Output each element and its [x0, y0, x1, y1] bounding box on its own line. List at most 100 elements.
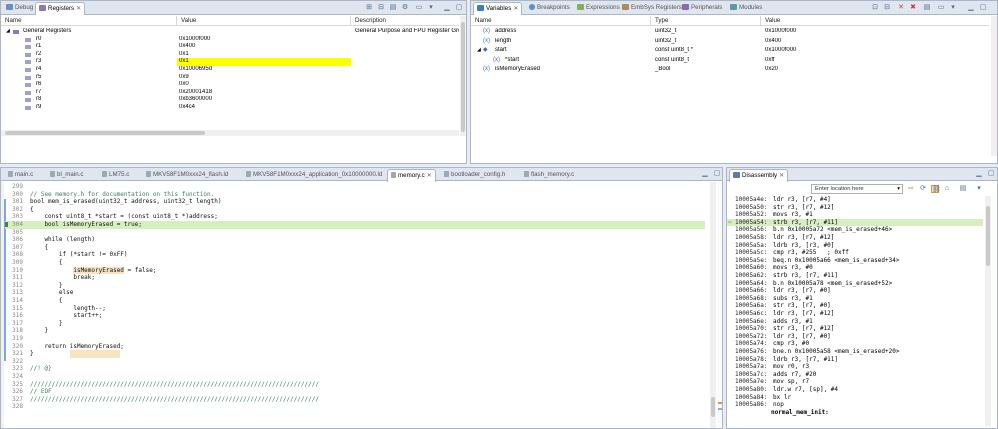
col-value[interactable]: Value — [761, 16, 989, 26]
view-menu-icon[interactable]: ⚙ — [401, 4, 409, 12]
table-row[interactable]: r6 0x0 — [1, 81, 459, 89]
disassembly-vscroll[interactable] — [985, 196, 991, 426]
table-row[interactable]: r9 0x4c4 — [1, 104, 459, 112]
asm-line[interactable]: 10005a74: cmp r3, #0 — [727, 340, 983, 348]
asm-line[interactable]: 10005a5c: cmp r3, #255 ; 0xff — [727, 249, 983, 257]
table-row[interactable]: r3 0x1 — [1, 58, 459, 66]
tab-peripherals[interactable]: Peripherals — [679, 2, 725, 15]
location-input[interactable]: Enter location here — [815, 185, 864, 194]
col-name[interactable]: Name — [471, 16, 651, 26]
remove-all-icon[interactable]: ✖ — [909, 4, 917, 12]
asm-line[interactable]: 10005a86: nop — [727, 401, 983, 409]
asm-line[interactable]: 10005a66: ldr r3, [r7, #0] — [727, 287, 983, 295]
asm-line[interactable]: 10005a78: ldrb r3, [r7, #11] — [727, 356, 983, 364]
code-line[interactable]: 304 bool isMemoryErased = true; — [5, 221, 705, 229]
layout-icon[interactable]: ▤ — [923, 4, 931, 12]
maximize-icon[interactable]: ▢ — [987, 170, 995, 178]
asm-line[interactable]: 10005a56: b.n 0x10005a72 <mem_is_erased+4… — [727, 226, 983, 234]
asm-line[interactable]: 10005a5e: beq.n 0x10005a66 <mem_is_erased… — [727, 257, 983, 265]
layout-icon[interactable]: ▤ — [389, 4, 397, 12]
code-area[interactable]: 299 300 // See memory.h for documentation … — [5, 183, 705, 428]
editor-tab[interactable]: LM75.c — [99, 169, 132, 182]
asm-line[interactable]: 10005a76: bne.n 0x10005a58 <mem_is_erased… — [727, 348, 983, 356]
table-row[interactable]: (x) length uint32_t 0x400 — [471, 38, 989, 46]
minimize-icon[interactable]: ▁ — [967, 4, 975, 12]
expand-arrow-icon[interactable]: ◢ — [477, 47, 481, 55]
close-icon[interactable]: ✕ — [779, 173, 784, 179]
close-icon[interactable]: ✕ — [76, 6, 81, 12]
code-line[interactable]: 299 — [5, 183, 705, 191]
tab-embsys-registers[interactable]: EmbSys Registers — [619, 2, 685, 15]
table-row[interactable]: (x) address uint32_t 0x1000f000 — [471, 28, 989, 36]
asm-line[interactable]: 10005a6e: adds r3, #1 — [727, 318, 983, 326]
asm-line[interactable]: 10005a68: subs r3, #1 — [727, 295, 983, 303]
tab-variables[interactable]: Variables ✕ — [473, 2, 523, 15]
chevron-down-icon[interactable]: ▾ — [897, 185, 900, 194]
remove-icon[interactable]: ✕ — [897, 4, 905, 12]
code-line[interactable]: 301 bool mem_is_erased(uint32_t address, … — [5, 198, 705, 206]
tab-modules[interactable]: Modules — [727, 2, 765, 15]
asm-line[interactable]: 10005a7a: mov r0, r3 — [727, 363, 983, 371]
tab-debug[interactable]: Debug — [3, 2, 36, 15]
code-line[interactable]: 309 { — [5, 259, 705, 267]
scroll-thumb[interactable] — [986, 206, 990, 266]
asm-line[interactable]: 10005a5a: ldrb r3, [r3, #0] — [727, 242, 983, 250]
asm-line[interactable]: 10005a58: ldr r3, [r7, #12] — [727, 234, 983, 242]
disassembly-listing[interactable]: 10005a4e: ldr r3, [r7, #4] 10005a50: str r3… — [727, 196, 983, 426]
col-description[interactable]: Description — [351, 16, 459, 26]
asm-line[interactable]: 10005a52: movs r3, #1 — [727, 211, 983, 219]
code-line[interactable]: 308 if (*start != 0xFF) — [5, 251, 705, 259]
maximize-icon[interactable]: ▢ — [713, 170, 721, 178]
go-icon[interactable]: ⇨ — [907, 185, 915, 193]
asm-line[interactable]: 10005a50: str r3, [r7, #12] — [727, 204, 983, 212]
code-line[interactable]: 303 const uint8_t *start = (const uint8_… — [5, 213, 705, 221]
minimize-icon[interactable]: ▁ — [701, 170, 709, 178]
editor-tab[interactable]: memory.c ✕ — [387, 169, 436, 182]
minimize-icon[interactable]: ▁ — [443, 4, 451, 12]
code-line[interactable]: 318 } — [5, 327, 705, 335]
table-row[interactable]: r2 0x1 — [1, 51, 459, 59]
maximize-icon[interactable]: ▢ — [455, 4, 463, 12]
table-row[interactable]: r7 0x20001418 — [1, 89, 459, 97]
scroll-thumb[interactable] — [711, 397, 715, 417]
asm-line[interactable]: 10005a7e: mov sp, r7 — [727, 378, 983, 386]
asm-line[interactable]: 10005a54: strb r3, [r7, #11] ⇨ — [727, 218, 983, 227]
show-type-names-icon[interactable]: ⊡ — [871, 4, 879, 12]
code-line[interactable]: 317 } — [5, 320, 705, 328]
editor-tab[interactable]: bl_main.c — [47, 169, 86, 182]
collapse-all-icon[interactable]: ⊟ — [377, 4, 385, 12]
table-row[interactable]: (x) *start const uint8_t 0xff — [471, 57, 989, 65]
toggle-icon[interactable]: ▭ — [937, 4, 945, 12]
code-line[interactable]: 319 — [5, 335, 705, 343]
toggle-icon[interactable]: ▭ — [415, 4, 423, 12]
code-line[interactable]: 311 break; — [5, 274, 705, 282]
asm-line[interactable]: 10005a6a: str r3, [r7, #0] — [727, 302, 983, 310]
variables-vscroll[interactable] — [991, 16, 997, 156]
table-row[interactable]: ◢ General Registers General Purpose and FP… — [1, 28, 459, 36]
asm-line[interactable]: 10005a62: strb r3, [r7, #11] — [727, 272, 983, 280]
code-line[interactable]: 314 { — [5, 297, 705, 305]
code-line[interactable]: 312 } — [5, 282, 705, 290]
asm-line[interactable]: 10005a84: bx lr — [727, 394, 983, 402]
asm-line[interactable]: normal_mem_init: — [727, 409, 983, 417]
table-row[interactable]: r8 0xb3600000 — [1, 96, 459, 104]
asm-line[interactable]: 10005a4e: ldr r3, [r7, #4] — [727, 196, 983, 204]
asm-line[interactable]: 10005a72: ldr r3, [r7, #0] — [727, 333, 983, 341]
close-icon[interactable]: ✕ — [513, 6, 518, 12]
code-line[interactable]: 316 start++; — [5, 312, 705, 320]
code-line[interactable]: 306 while (length) — [5, 236, 705, 244]
refresh-icon[interactable]: ⟳ — [919, 185, 927, 193]
maximize-icon[interactable]: ▢ — [979, 4, 987, 12]
link-icon[interactable]: ⛓ — [931, 185, 941, 193]
code-line[interactable]: 310 isMemoryErased = false; — [5, 267, 705, 275]
minimize-icon[interactable]: ▁ — [975, 170, 983, 178]
code-line[interactable]: 325 /////////////////////////////////////… — [5, 381, 705, 389]
code-line[interactable]: 320 return isMemoryErased; — [5, 343, 705, 351]
code-line[interactable]: 300 // See memory.h for documentation on … — [5, 191, 705, 199]
scroll-thumb[interactable] — [5, 131, 205, 135]
location-combo[interactable]: Enter location here ▾ — [811, 184, 903, 194]
asm-line[interactable]: 10005a7c: adds r7, #20 — [727, 371, 983, 379]
code-line[interactable]: 305 — [5, 229, 705, 237]
editor-tab[interactable]: flash_memory.c — [521, 169, 577, 182]
code-line[interactable]: 322 — [5, 358, 705, 366]
